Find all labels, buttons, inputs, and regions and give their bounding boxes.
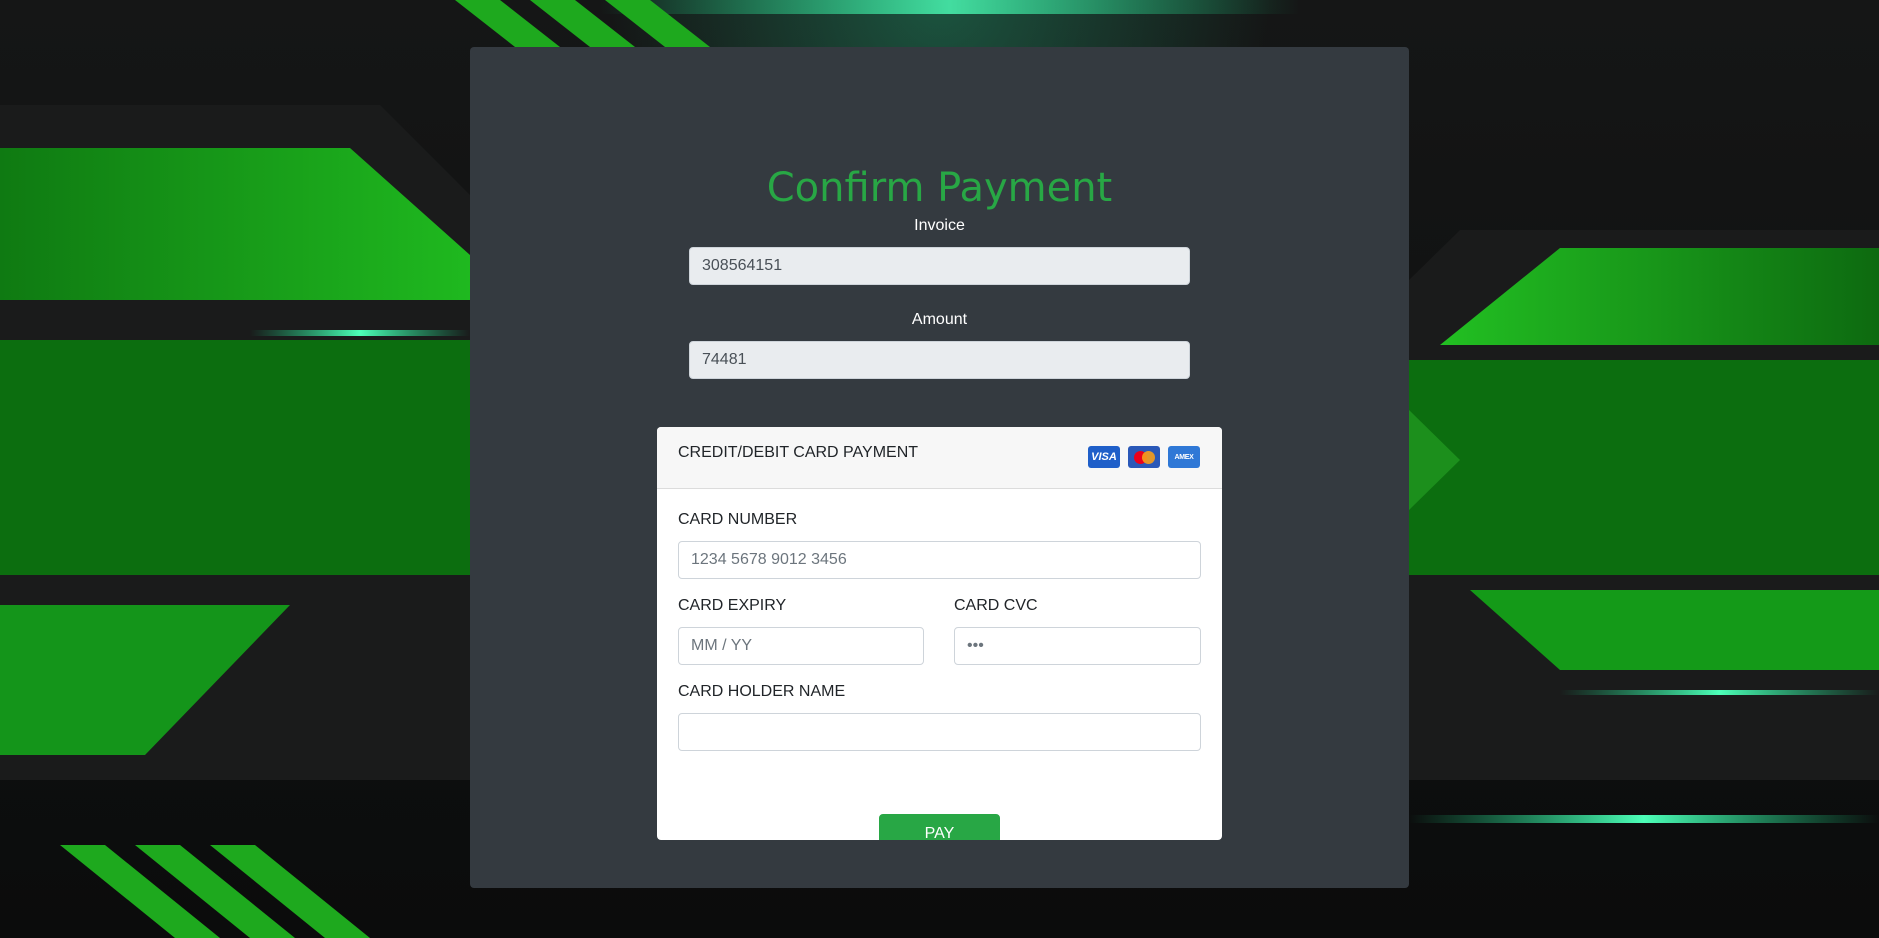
card-brands: VISA AMEX [1088,446,1200,468]
amount-field[interactable] [689,341,1190,379]
visa-icon: VISA [1088,446,1120,468]
card-holder-input[interactable] [678,713,1201,751]
card-expiry-label: CARD EXPIRY [678,597,787,614]
card-holder-label: CARD HOLDER NAME [678,683,846,700]
amex-icon: AMEX [1168,446,1200,468]
pay-button[interactable]: PAY [879,814,1000,840]
card-header: CREDIT/DEBIT CARD PAYMENT VISA AMEX [657,427,1222,489]
payment-panel: Confirm Payment Invoice Amount CREDIT/DE… [470,47,1409,888]
card-cvc-input[interactable] [954,627,1201,665]
card-cvc-label: CARD CVC [954,597,1038,614]
card-payment-form: CREDIT/DEBIT CARD PAYMENT VISA AMEX CARD… [657,427,1222,840]
card-expiry-input[interactable] [678,627,924,665]
amount-label: Amount [911,311,968,328]
card-number-label: CARD NUMBER [678,511,798,528]
mastercard-icon [1128,446,1160,468]
amex-icon-label: AMEX [1174,453,1194,461]
invoice-field[interactable] [689,247,1190,285]
invoice-label: Invoice [914,217,965,234]
card-number-input[interactable] [678,541,1201,579]
visa-icon-label: VISA [1091,451,1117,463]
page-title: Confirm Payment [766,165,1113,211]
card-header-title: CREDIT/DEBIT CARD PAYMENT [678,444,919,461]
